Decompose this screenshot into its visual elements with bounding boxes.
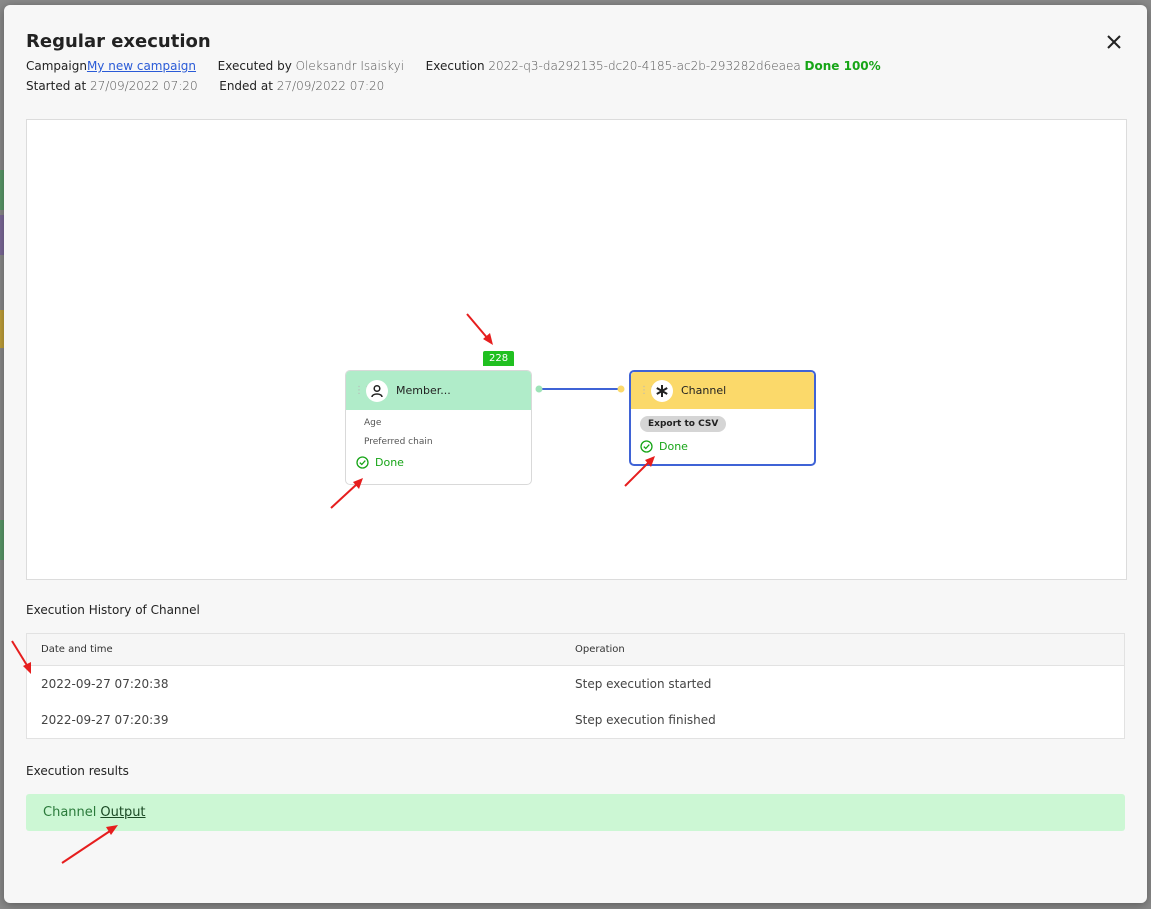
row-operation: Step execution started [575, 677, 712, 691]
member-node-header[interactable]: ⋮⋮ Member... [346, 371, 531, 410]
annotation-arrow [11, 640, 31, 674]
close-button[interactable] [1103, 31, 1125, 53]
execution-meta-line-1: CampaignMy new campaign Executed by Olek… [26, 59, 881, 73]
member-attribute: Age [364, 418, 382, 428]
annotation-arrow [61, 825, 118, 864]
output-link[interactable]: Output [100, 805, 145, 820]
history-title: Execution History of Channel [26, 603, 200, 617]
table-row: 2022-09-27 07:20:38 Step execution start… [27, 666, 1124, 702]
drag-handle-icon[interactable]: ⋮⋮ [639, 385, 657, 396]
column-date-time[interactable]: Date and time [27, 644, 575, 655]
started-label: Started at [26, 79, 87, 93]
row-operation: Step execution finished [575, 713, 716, 727]
channel-node-header[interactable]: ⋮⋮ Channel [631, 372, 814, 409]
channel-node-status: Done [659, 440, 688, 453]
executed-by-value: Oleksandr Isaiskyi [295, 59, 405, 73]
asterisk-icon [651, 379, 673, 402]
ended-value: 27/09/2022 07:20 [276, 79, 385, 93]
execution-status: Done 100% [804, 59, 881, 73]
column-operation[interactable]: Operation [575, 644, 1124, 655]
campaign-link[interactable]: My new campaign [87, 59, 196, 73]
started-value: 27/09/2022 07:20 [90, 79, 198, 93]
execution-label: Execution [425, 59, 485, 73]
row-date: 2022-09-27 07:20:39 [41, 713, 169, 727]
results-title: Execution results [26, 764, 129, 778]
flow-connector [535, 385, 625, 393]
close-icon [1107, 35, 1121, 49]
execution-modal: Regular execution CampaignMy new campaig… [4, 5, 1147, 903]
result-channel-label: Channel [43, 805, 97, 820]
check-circle-icon [356, 456, 369, 469]
table-row: 2022-09-27 07:20:39 Step execution finis… [27, 702, 1124, 738]
channel-tag: Export to CSV [640, 416, 727, 432]
annotation-arrow [624, 456, 655, 487]
table-header: Date and time Operation [27, 634, 1124, 666]
flow-canvas[interactable]: 228 ⋮⋮ Member... Age Preferred chain Don… [26, 119, 1127, 580]
drag-handle-icon[interactable]: ⋮⋮ [354, 385, 372, 396]
user-icon [366, 379, 388, 402]
row-date: 2022-09-27 07:20:38 [41, 677, 169, 691]
campaign-label: Campaign [26, 59, 87, 73]
history-table: Date and time Operation 2022-09-27 07:20… [26, 633, 1125, 739]
channel-node-title: Channel [681, 384, 727, 397]
execution-meta-line-2: Started at 27/09/2022 07:20 Ended at 27/… [26, 79, 384, 93]
ended-label: Ended at [219, 79, 273, 93]
member-count-badge: 228 [483, 351, 515, 366]
executed-by-label: Executed by [217, 59, 292, 73]
execution-id: 2022-q3-da292135-dc20-4185-ac2b-293282d6… [488, 59, 801, 73]
member-node-status: Done [375, 456, 404, 469]
execution-result: Channel Output [26, 794, 1125, 831]
annotation-arrow [330, 478, 363, 509]
member-node[interactable]: ⋮⋮ Member... Age Preferred chain Done [345, 370, 532, 485]
member-attribute: Preferred chain [364, 437, 433, 447]
member-node-title: Member... [396, 384, 451, 397]
modal-title: Regular execution [26, 31, 211, 52]
annotation-arrow [466, 313, 493, 345]
